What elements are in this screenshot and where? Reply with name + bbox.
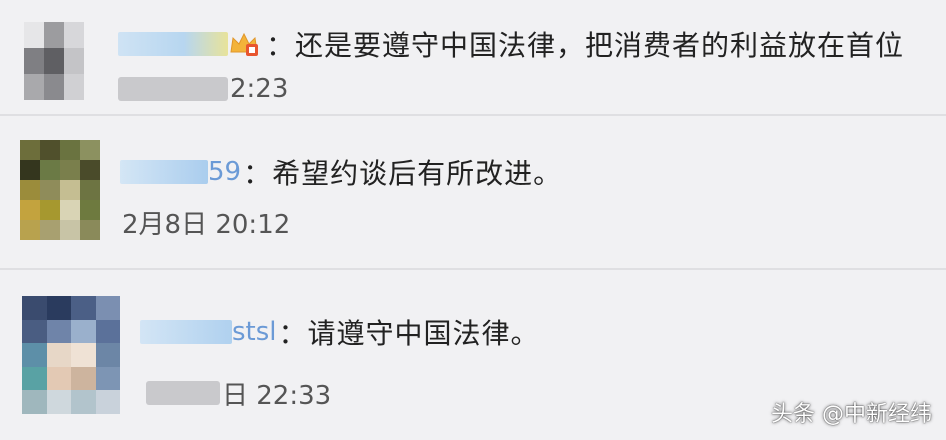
avatar[interactable] xyxy=(20,140,100,240)
comment-row: 59 ：希望约谈后有所改进。 xyxy=(120,152,562,192)
username-suffix[interactable]: 59 xyxy=(208,157,241,187)
timestamp-blur xyxy=(118,77,228,101)
timestamp: 2月8日 20:12 xyxy=(122,206,291,240)
timestamp: 日 22:33 xyxy=(146,376,332,411)
username[interactable] xyxy=(118,32,228,56)
comment-list: ：还是要遵守中国法律，把消费者的利益放在首位 2:23 59 ：希望约谈后有所改… xyxy=(0,0,946,440)
comment-text: ：希望约谈后有所改进。 xyxy=(243,157,563,190)
timestamp-text: 2:23 xyxy=(230,74,289,104)
comment-row: stsl ：请遵守中国法律。 xyxy=(140,310,540,354)
comment-row: ：还是要遵守中国法律，把消费者的利益放在首位 xyxy=(118,24,904,64)
username[interactable] xyxy=(120,160,208,184)
username-suffix[interactable]: stsl xyxy=(232,317,277,347)
vip-crown-badge-icon xyxy=(228,30,260,58)
username[interactable] xyxy=(140,320,232,344)
watermark: 头条 @中新经纬 xyxy=(771,402,932,427)
comment-text: ：还是要遵守中国法律，把消费者的利益放在首位 xyxy=(266,29,905,62)
comment-text: ：请遵守中国法律。 xyxy=(278,317,540,350)
comment-item-2: 59 ：希望约谈后有所改进。 2月8日 20:12 xyxy=(0,116,946,266)
timestamp-text: 2月8日 20:12 xyxy=(122,209,291,240)
timestamp-text: 日 22:33 xyxy=(222,380,332,411)
timestamp: 2:23 xyxy=(118,74,288,104)
avatar[interactable] xyxy=(24,22,84,100)
comment-item-1: ：还是要遵守中国法律，把消费者的利益放在首位 2:23 xyxy=(0,0,946,112)
timestamp-blur xyxy=(146,381,220,405)
avatar[interactable] xyxy=(22,296,120,414)
